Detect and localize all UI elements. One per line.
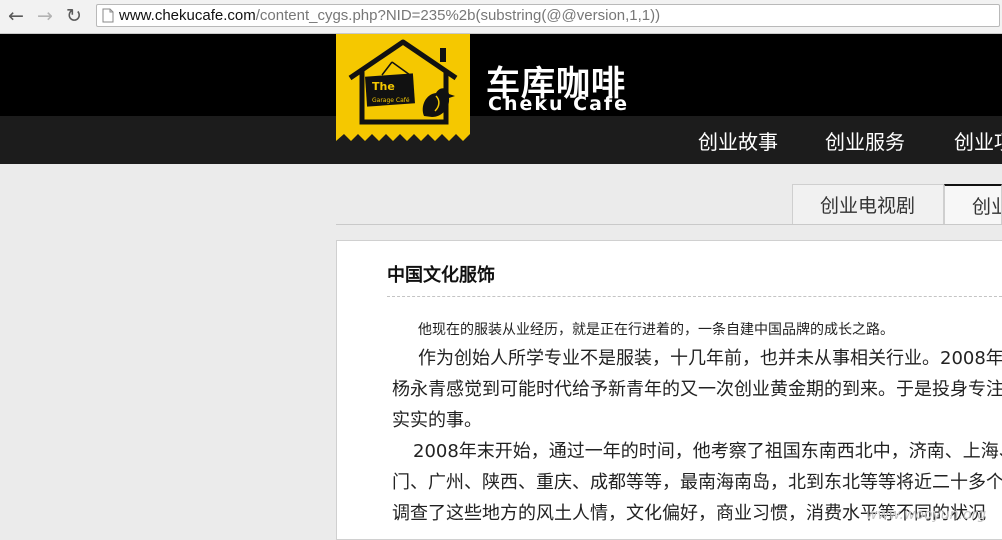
article-line: 实实的事。 <box>392 410 482 431</box>
tab-startup[interactable]: 创业 <box>944 184 1002 224</box>
page-icon <box>102 8 114 23</box>
forward-arrow-icon[interactable]: → <box>33 4 57 28</box>
reload-icon[interactable]: ↻ <box>62 4 86 28</box>
article-line: 门、广州、陕西、重庆、成都等等，最南海南岛，北到东北等等将近二十多个 <box>392 472 1002 493</box>
article-line: 2008年末开始，通过一年的时间，他考察了祖国东南西北中，济南、上海、 <box>413 441 1002 462</box>
article-title: 中国文化服饰 <box>387 265 495 286</box>
address-bar[interactable]: www.chekucafe.com/content_cygs.php?NID=2… <box>96 4 1000 27</box>
logo-sign-sub: Garage Café <box>372 97 410 104</box>
url-host: www.chekucafe.com <box>119 7 256 24</box>
browser-toolbar: ← → ↻ www.chekucafe.com/content_cygs.php… <box>0 0 1002 34</box>
url-text: www.chekucafe.com/content_cygs.php?NID=2… <box>119 6 660 25</box>
article-line: 杨永青感觉到可能时代给予新青年的又一次创业黄金期的到来。于是投身专注 <box>392 379 1002 400</box>
back-arrow-icon[interactable]: ← <box>4 4 28 28</box>
nav-item-startup-projects[interactable]: 创业项 <box>954 126 1002 155</box>
article-intro: 他现在的服装从业经历，就是正在行进着的，一条自建中国品牌的成长之路。 <box>418 322 894 338</box>
tab-startup-tv-series[interactable]: 创业电视剧 <box>792 184 944 224</box>
nav-item-startup-stories[interactable]: 创业故事 <box>698 126 778 155</box>
nav-item-startup-services[interactable]: 创业服务 <box>825 126 905 155</box>
url-path: /content_cygs.php?NID=235%2b(substring(@… <box>255 7 661 24</box>
article-line: 作为创始人所学专业不是服装，十几年前，也并未从事相关行业。2008年 <box>418 348 1002 369</box>
logo-sign-the: The <box>372 80 395 93</box>
logo-icon[interactable]: The Garage Café <box>336 34 470 146</box>
tabs-divider <box>336 224 1002 225</box>
title-divider <box>387 296 1002 297</box>
watermark: www.wooyun.org <box>866 507 987 523</box>
brand-name-en: Cheku Cafe <box>488 93 630 115</box>
